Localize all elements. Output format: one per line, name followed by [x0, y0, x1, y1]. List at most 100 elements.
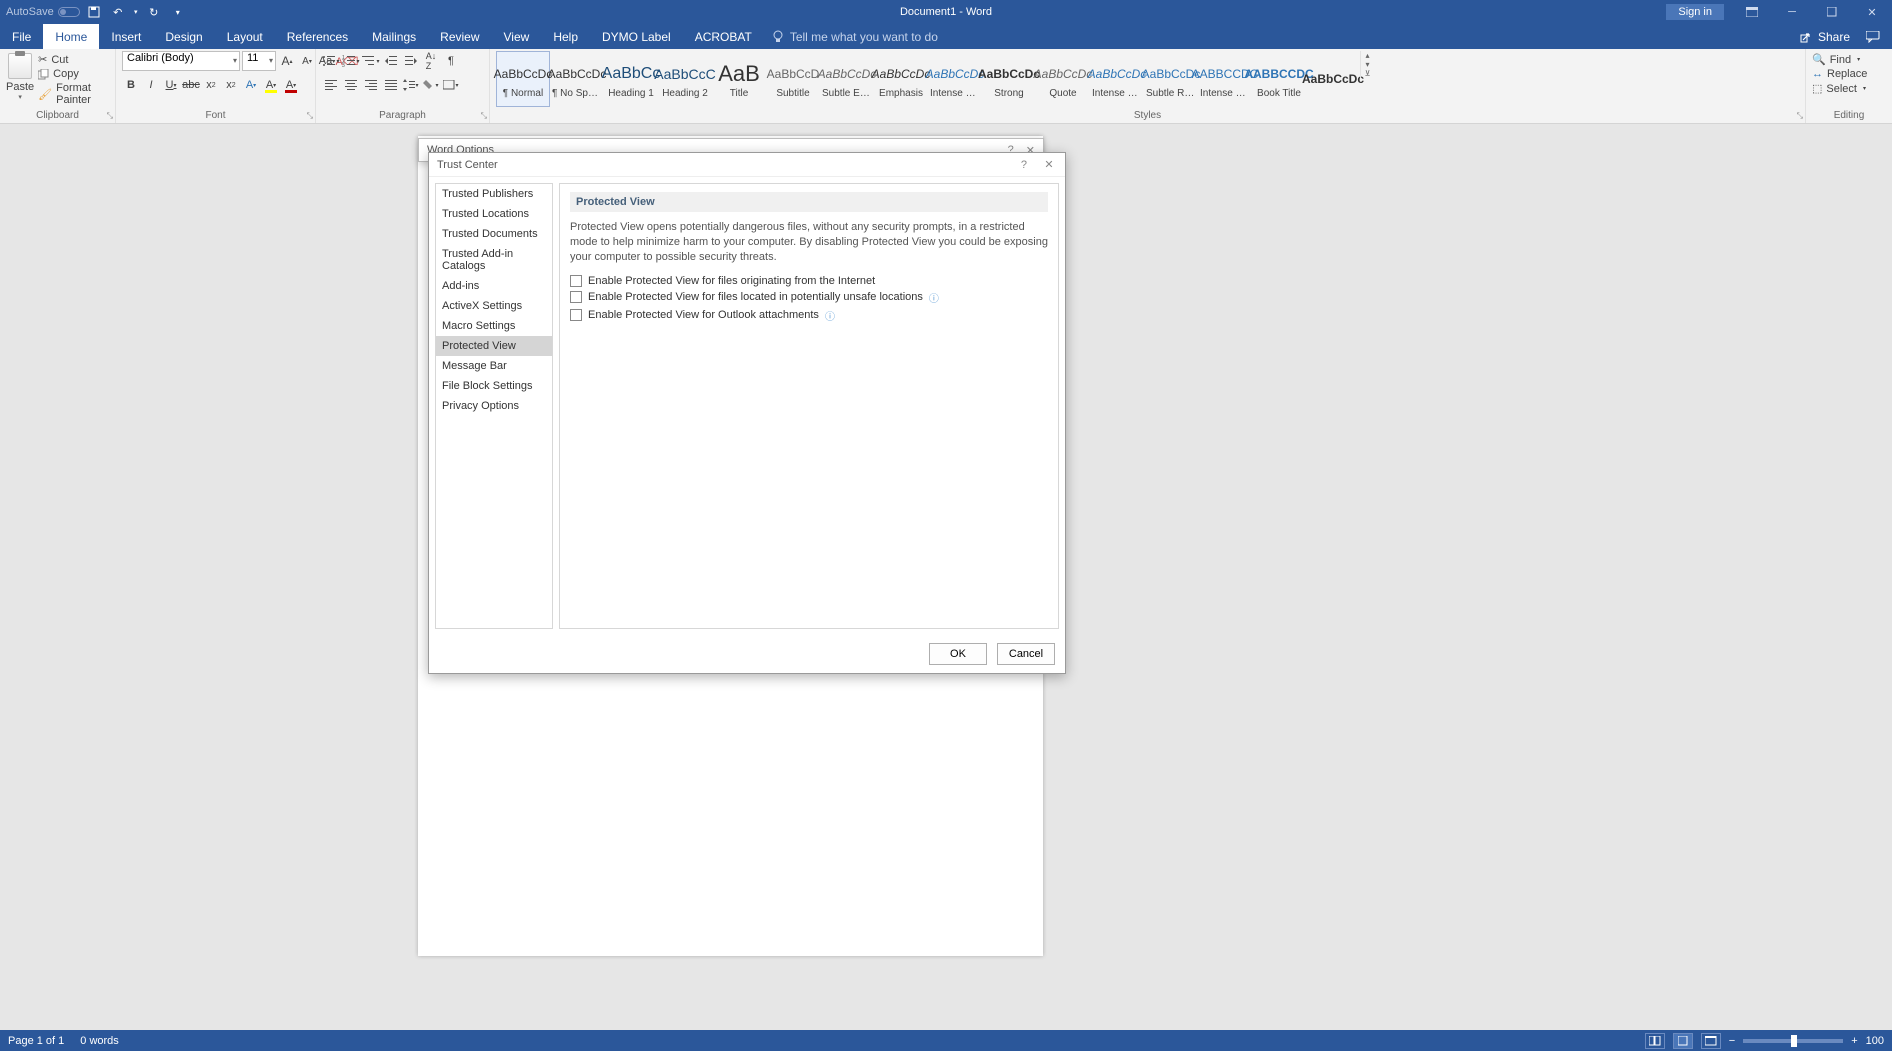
style-item[interactable]: AaBbCcDcStrong [982, 51, 1036, 107]
dialog-nav-item[interactable]: Trusted Locations [436, 204, 552, 224]
style-item[interactable]: AaBbCcDcEmphasis [874, 51, 928, 107]
undo-dropdown-icon[interactable]: ▾ [132, 2, 140, 22]
tab-design[interactable]: Design [153, 24, 214, 49]
dialog-nav-item[interactable]: Add-ins [436, 276, 552, 296]
styles-launcher[interactable]: ⤡ [1797, 111, 1803, 121]
find-button[interactable]: 🔍Find▾ [1812, 53, 1867, 66]
cancel-button[interactable]: Cancel [997, 643, 1055, 665]
checkbox-icon[interactable] [570, 309, 582, 321]
dialog-nav-item[interactable]: Message Bar [436, 356, 552, 376]
line-spacing-button[interactable]: ▾ [402, 75, 420, 95]
read-mode-button[interactable] [1645, 1033, 1665, 1049]
grow-font-button[interactable]: A▴ [278, 51, 296, 71]
tab-view[interactable]: View [492, 24, 542, 49]
style-item[interactable]: AaBbCcDcSubtle Em... [820, 51, 874, 107]
undo-icon[interactable]: ↶ [108, 2, 128, 22]
style-item[interactable]: AaBbCcHeading 1 [604, 51, 658, 107]
dialog-nav-item[interactable]: ActiveX Settings [436, 296, 552, 316]
subscript-button[interactable]: x2 [202, 75, 220, 95]
styles-gallery[interactable]: AaBbCcDc¶ NormalAaBbCcDc¶ No Spac...AaBb… [496, 51, 1360, 107]
comments-icon[interactable] [1866, 31, 1880, 43]
checkbox-icon[interactable] [570, 275, 582, 287]
sort-button[interactable]: A↓Z [422, 51, 440, 71]
style-item[interactable]: AaBTitle [712, 51, 766, 107]
dialog-nav-item[interactable]: File Block Settings [436, 376, 552, 396]
font-size-combo[interactable]: 11▾ [242, 51, 276, 71]
strikethrough-button[interactable]: abc [182, 75, 200, 95]
tab-help[interactable]: Help [541, 24, 590, 49]
replace-button[interactable]: ↔Replace [1812, 68, 1867, 80]
bold-button[interactable]: B [122, 75, 140, 95]
tab-layout[interactable]: Layout [215, 24, 275, 49]
style-item[interactable]: AaBbCcDSubtitle [766, 51, 820, 107]
align-left-button[interactable] [322, 75, 340, 95]
italic-button[interactable]: I [142, 75, 160, 95]
align-right-button[interactable] [362, 75, 380, 95]
print-layout-button[interactable] [1673, 1033, 1693, 1049]
tab-references[interactable]: References [275, 24, 360, 49]
zoom-level[interactable]: 100 [1866, 1035, 1884, 1047]
check-unsafe-locations[interactable]: Enable Protected View for files located … [570, 290, 1048, 305]
info-icon[interactable]: ⓘ [825, 308, 835, 323]
style-item[interactable]: AaBbCcDcQuote [1036, 51, 1090, 107]
font-name-combo[interactable]: Calibri (Body)▾ [122, 51, 240, 71]
select-button[interactable]: ⬚Select▾ [1812, 82, 1867, 95]
check-outlook[interactable]: Enable Protected View for Outlook attach… [570, 308, 1048, 323]
zoom-out-button[interactable]: − [1729, 1035, 1735, 1047]
save-icon[interactable] [84, 2, 104, 22]
zoom-in-button[interactable]: + [1851, 1035, 1857, 1047]
tab-insert[interactable]: Insert [99, 24, 153, 49]
text-effects-button[interactable]: A▾ [242, 75, 260, 95]
page-indicator[interactable]: Page 1 of 1 [8, 1035, 64, 1047]
dialog-nav-item[interactable]: Privacy Options [436, 396, 552, 416]
dialog-nav-item[interactable]: Macro Settings [436, 316, 552, 336]
info-icon[interactable]: ⓘ [929, 290, 939, 305]
autosave-toggle[interactable]: AutoSave [6, 6, 80, 18]
style-item[interactable]: AaBbCcDcIntense Q... [1090, 51, 1144, 107]
dialog-nav-item[interactable]: Trusted Documents [436, 224, 552, 244]
style-item[interactable]: AaBbCcDc¶ No Spac... [550, 51, 604, 107]
superscript-button[interactable]: x2 [222, 75, 240, 95]
ok-button[interactable]: OK [929, 643, 987, 665]
cut-button[interactable]: ✂Cut [38, 53, 109, 66]
style-item[interactable]: AaBbCcDcSubtle Ref... [1144, 51, 1198, 107]
dialog-nav-item[interactable]: Trusted Publishers [436, 184, 552, 204]
redo-icon[interactable]: ↻ [144, 2, 164, 22]
highlight-button[interactable]: A▾ [262, 75, 280, 95]
style-item[interactable]: AaBbCcDcIntense E... [928, 51, 982, 107]
ribbon-display-icon[interactable] [1732, 0, 1772, 24]
tab-acrobat[interactable]: ACROBAT [683, 24, 764, 49]
close-icon[interactable]: ✕ [1852, 0, 1892, 24]
paragraph-launcher[interactable]: ⤡ [481, 111, 487, 121]
multilevel-list-button[interactable]: ▾ [362, 51, 380, 71]
tab-file[interactable]: File [0, 24, 43, 49]
styles-more[interactable]: ⊻ [1361, 69, 1374, 78]
copy-button[interactable]: Copy [38, 68, 109, 80]
dialog-nav-item[interactable]: Protected View [436, 336, 552, 356]
style-item[interactable]: AaBbCcCHeading 2 [658, 51, 712, 107]
signin-button[interactable]: Sign in [1666, 4, 1724, 20]
checkbox-icon[interactable] [570, 291, 582, 303]
shrink-font-button[interactable]: A▾ [298, 51, 316, 71]
format-painter-button[interactable]: 🖌Format Painter [38, 82, 109, 106]
style-item[interactable]: AABBCCDCBook Title [1252, 51, 1306, 107]
styles-row-up[interactable]: ▴ [1361, 51, 1374, 60]
zoom-slider[interactable] [1743, 1039, 1843, 1043]
web-layout-button[interactable] [1701, 1033, 1721, 1049]
styles-row-down[interactable]: ▾ [1361, 60, 1374, 69]
style-item[interactable]: AaBbCcDc¶ Normal [496, 51, 550, 107]
check-internet[interactable]: Enable Protected View for files originat… [570, 275, 1048, 287]
font-color-button[interactable]: A▾ [282, 75, 300, 95]
bullets-button[interactable]: ▾ [322, 51, 340, 71]
font-launcher[interactable]: ⤡ [307, 111, 313, 121]
decrease-indent-button[interactable] [382, 51, 400, 71]
qat-customize-icon[interactable]: ▾ [168, 2, 188, 22]
tell-me[interactable] [772, 24, 990, 49]
dialog-nav-item[interactable]: Trusted Add-in Catalogs [436, 244, 552, 276]
paste-button[interactable]: Paste [6, 81, 34, 93]
tab-home[interactable]: Home [43, 24, 99, 49]
dialog-close-icon[interactable]: ✕ [1041, 158, 1057, 171]
tell-me-input[interactable] [790, 30, 990, 44]
increase-indent-button[interactable] [402, 51, 420, 71]
numbering-button[interactable]: 123▾ [342, 51, 360, 71]
